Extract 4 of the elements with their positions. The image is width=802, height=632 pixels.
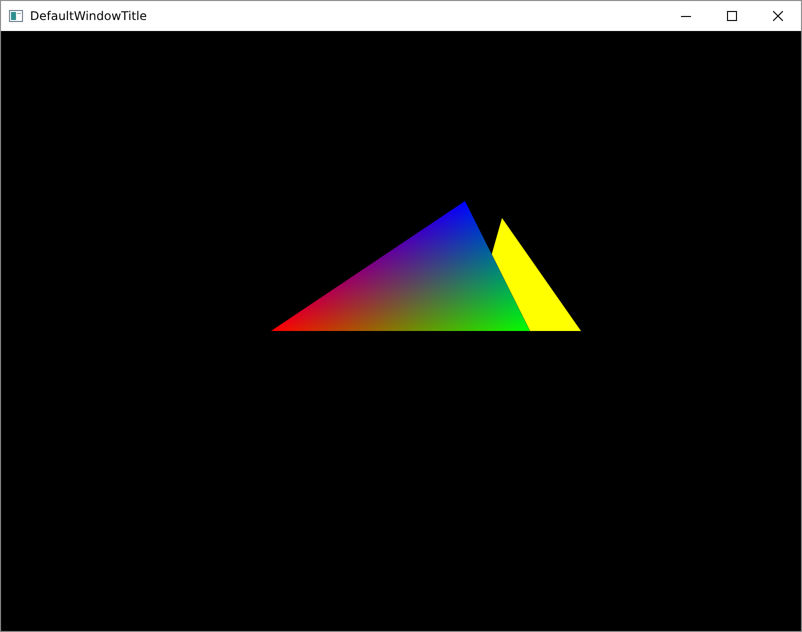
close-icon <box>773 11 783 21</box>
window-title: DefaultWindowTitle <box>30 9 147 23</box>
app-icon <box>9 10 23 22</box>
maximize-icon <box>727 11 737 21</box>
